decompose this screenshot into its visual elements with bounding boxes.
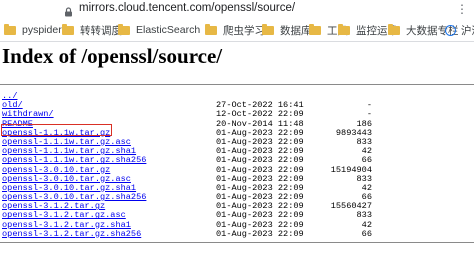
address-bar[interactable]: mirrors.cloud.tencent.com/openssl/source… <box>0 0 474 19</box>
bookmark-crawler[interactable]: 爬虫学习 <box>205 22 265 38</box>
bookmark-label: 转转调度 <box>80 24 122 37</box>
lock-icon[interactable] <box>64 4 73 17</box>
folder-icon <box>62 23 74 35</box>
bookmark-husheng[interactable]: 沪深媒 <box>445 22 474 38</box>
folder-icon <box>388 23 400 35</box>
file-size: 66 <box>361 228 372 239</box>
bookmark-label: ElasticSearch <box>136 24 201 36</box>
bookmark-label: 沪深媒 <box>461 24 474 37</box>
file-link[interactable]: openssl-3.1.2.tar.gz.sha256 <box>2 229 141 239</box>
list-item: openssl-3.1.2.tar.gz.sha256 01-Aug-2023 … <box>2 228 474 239</box>
bookmarks-bar: pyspider 转转调度 ElasticSearch 爬虫学习 数据库 工具 … <box>0 19 474 42</box>
bookmark-zhuanzhuan[interactable]: 转转调度 <box>62 22 122 38</box>
bookmark-elasticsearch[interactable]: ElasticSearch <box>118 22 200 38</box>
globe-icon <box>445 24 456 36</box>
bookmark-label: 爬虫学习 <box>223 24 265 37</box>
file-listing: ../ old/ 27-Oct-2022 16:41 - withdrawn/ … <box>2 91 474 239</box>
folder-icon <box>4 23 16 35</box>
bookmark-pyspider[interactable]: pyspider <box>4 22 62 38</box>
highlight-box <box>1 124 112 136</box>
divider-top <box>0 84 474 85</box>
bookmark-database[interactable]: 数据库 <box>262 22 312 38</box>
bookmark-label: 数据库 <box>280 24 312 37</box>
url-text[interactable]: mirrors.cloud.tencent.com/openssl/source… <box>79 2 295 14</box>
page-title: Index of /openssl/source/ <box>2 44 223 68</box>
folder-icon <box>205 23 217 35</box>
folder-icon <box>309 23 321 35</box>
file-date: 01-Aug-2023 22:09 <box>216 228 304 239</box>
folder-icon <box>338 23 350 35</box>
divider-bottom <box>0 242 474 243</box>
folder-icon <box>118 23 130 35</box>
bookmark-label: pyspider <box>22 24 62 36</box>
folder-icon <box>262 23 274 35</box>
more-icon[interactable]: ⋮ <box>456 2 468 16</box>
